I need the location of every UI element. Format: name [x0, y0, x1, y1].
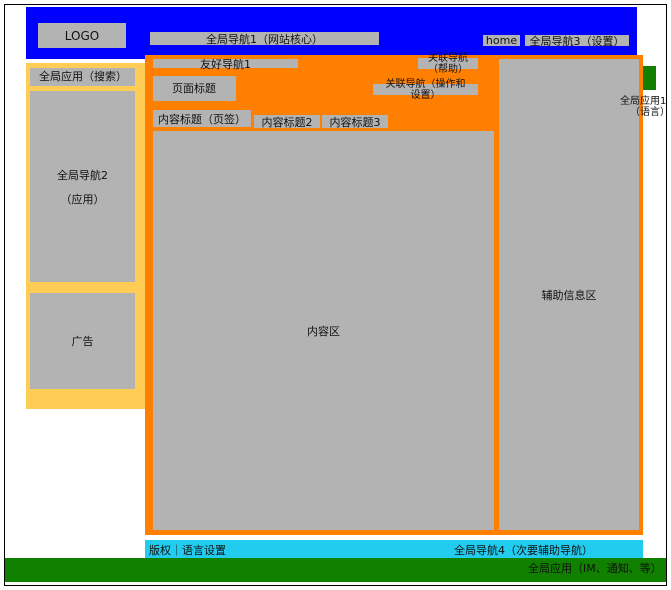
tab-content-title-3[interactable]: 内容标题3: [322, 115, 388, 129]
global-nav-2-subtitle: （应用）: [60, 192, 105, 206]
logo[interactable]: LOGO: [38, 23, 126, 48]
global-nav-3[interactable]: 全局导航3（设置）: [525, 35, 629, 48]
global-search-label: 全局应用（搜索）: [39, 70, 127, 83]
global-app-language[interactable]: 全局应用1 （语言）: [620, 96, 671, 118]
global-search[interactable]: 全局应用（搜索）: [30, 68, 135, 86]
related-nav-help-line1: 关联导航: [428, 52, 468, 64]
friend-nav-1[interactable]: 友好导航1: [153, 58, 298, 71]
related-nav-ops-line2: 设置）: [410, 89, 441, 101]
global-app-language-line1: 全局应用1: [620, 96, 667, 107]
copyright-language[interactable]: 版权｜语言设置: [149, 544, 226, 557]
ad-area[interactable]: 广告: [30, 293, 135, 389]
global-nav-1[interactable]: 全局导航1（网站核心）: [150, 32, 379, 46]
global-nav-2[interactable]: 全局导航2 （应用）: [30, 91, 135, 282]
related-nav-help-line2: （帮助）: [428, 63, 468, 75]
global-app-im[interactable]: 全局应用（IM、通知、等）: [528, 562, 662, 575]
global-nav-4[interactable]: 全局导航4（次要辅助导航）: [454, 544, 593, 557]
related-nav-help[interactable]: 关联导航 （帮助）: [418, 53, 478, 75]
home-link[interactable]: home: [483, 34, 520, 47]
related-nav-ops[interactable]: 关联导航（操作和 设置）: [373, 79, 478, 101]
page-title-text: 页面标题: [172, 82, 216, 95]
aux-info-area: 辅助信息区: [499, 59, 639, 530]
right-green-strip: [643, 66, 656, 90]
page-title: 页面标题: [153, 76, 236, 101]
related-nav-ops-line1: 关联导航（操作和: [385, 78, 466, 90]
global-nav-2-title: 全局导航2: [57, 168, 108, 182]
tab-content-title-1[interactable]: 内容标题（页签）: [153, 110, 251, 127]
global-app-language-line2: （语言）: [630, 107, 670, 118]
content-area: 内容区: [153, 131, 494, 530]
tab-content-title-2[interactable]: 内容标题2: [254, 115, 320, 129]
